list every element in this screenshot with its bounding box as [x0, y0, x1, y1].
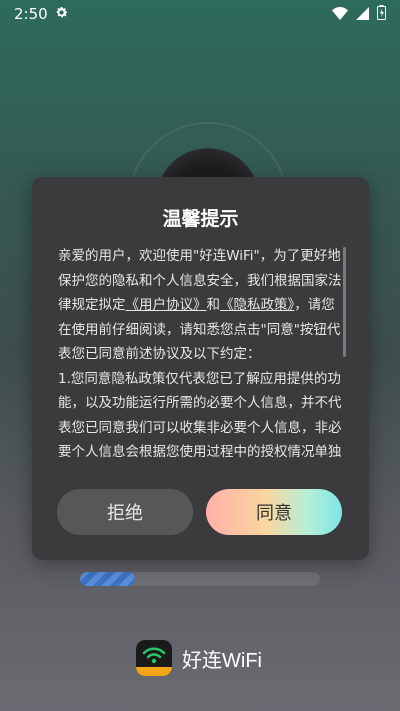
- gear-icon: [54, 5, 69, 24]
- dialog-title: 温馨提示: [162, 208, 239, 230]
- app-logo-icon: [136, 640, 172, 676]
- scrollbar[interactable]: [343, 247, 346, 357]
- loading-progress-bar: [80, 572, 320, 586]
- agreement-paragraph: 亲爱的用户，欢迎使用"好连WiFi"，为了更好地保护您的隐私和个人信息安全，我们…: [58, 244, 342, 367]
- agreement-item-1: 1.您同意隐私政策仅代表您已了解应用提供的功能，以及功能运行所需的必要个人信息，…: [58, 370, 342, 461]
- privacy-dialog: 温馨提示 亲爱的用户，欢迎使用"好连WiFi"，为了更好地保护您的隐私和个人信息…: [32, 177, 369, 560]
- status-time: 2:50: [14, 5, 48, 23]
- agreement-text-scroll[interactable]: 亲爱的用户，欢迎使用"好连WiFi"，为了更好地保护您的隐私和个人信息安全，我们…: [58, 244, 342, 466]
- accept-button[interactable]: 同意: [206, 489, 342, 535]
- progress-fill: [80, 572, 136, 586]
- battery-icon: [377, 4, 386, 24]
- app-name: 好连WiFi: [182, 649, 262, 672]
- privacy-policy-link[interactable]: 《隐私政策》: [220, 297, 294, 313]
- status-icons: [332, 4, 386, 24]
- signal-icon: [356, 5, 369, 24]
- brand: 好连WiFi: [136, 640, 262, 676]
- and-text: 和: [206, 297, 221, 313]
- logo-tag: [136, 667, 172, 676]
- status-bar: 2:50: [0, 0, 400, 28]
- reject-button[interactable]: 拒绝: [57, 489, 193, 535]
- wifi-icon: [332, 5, 348, 24]
- user-agreement-link[interactable]: 《用户协议》: [126, 297, 207, 313]
